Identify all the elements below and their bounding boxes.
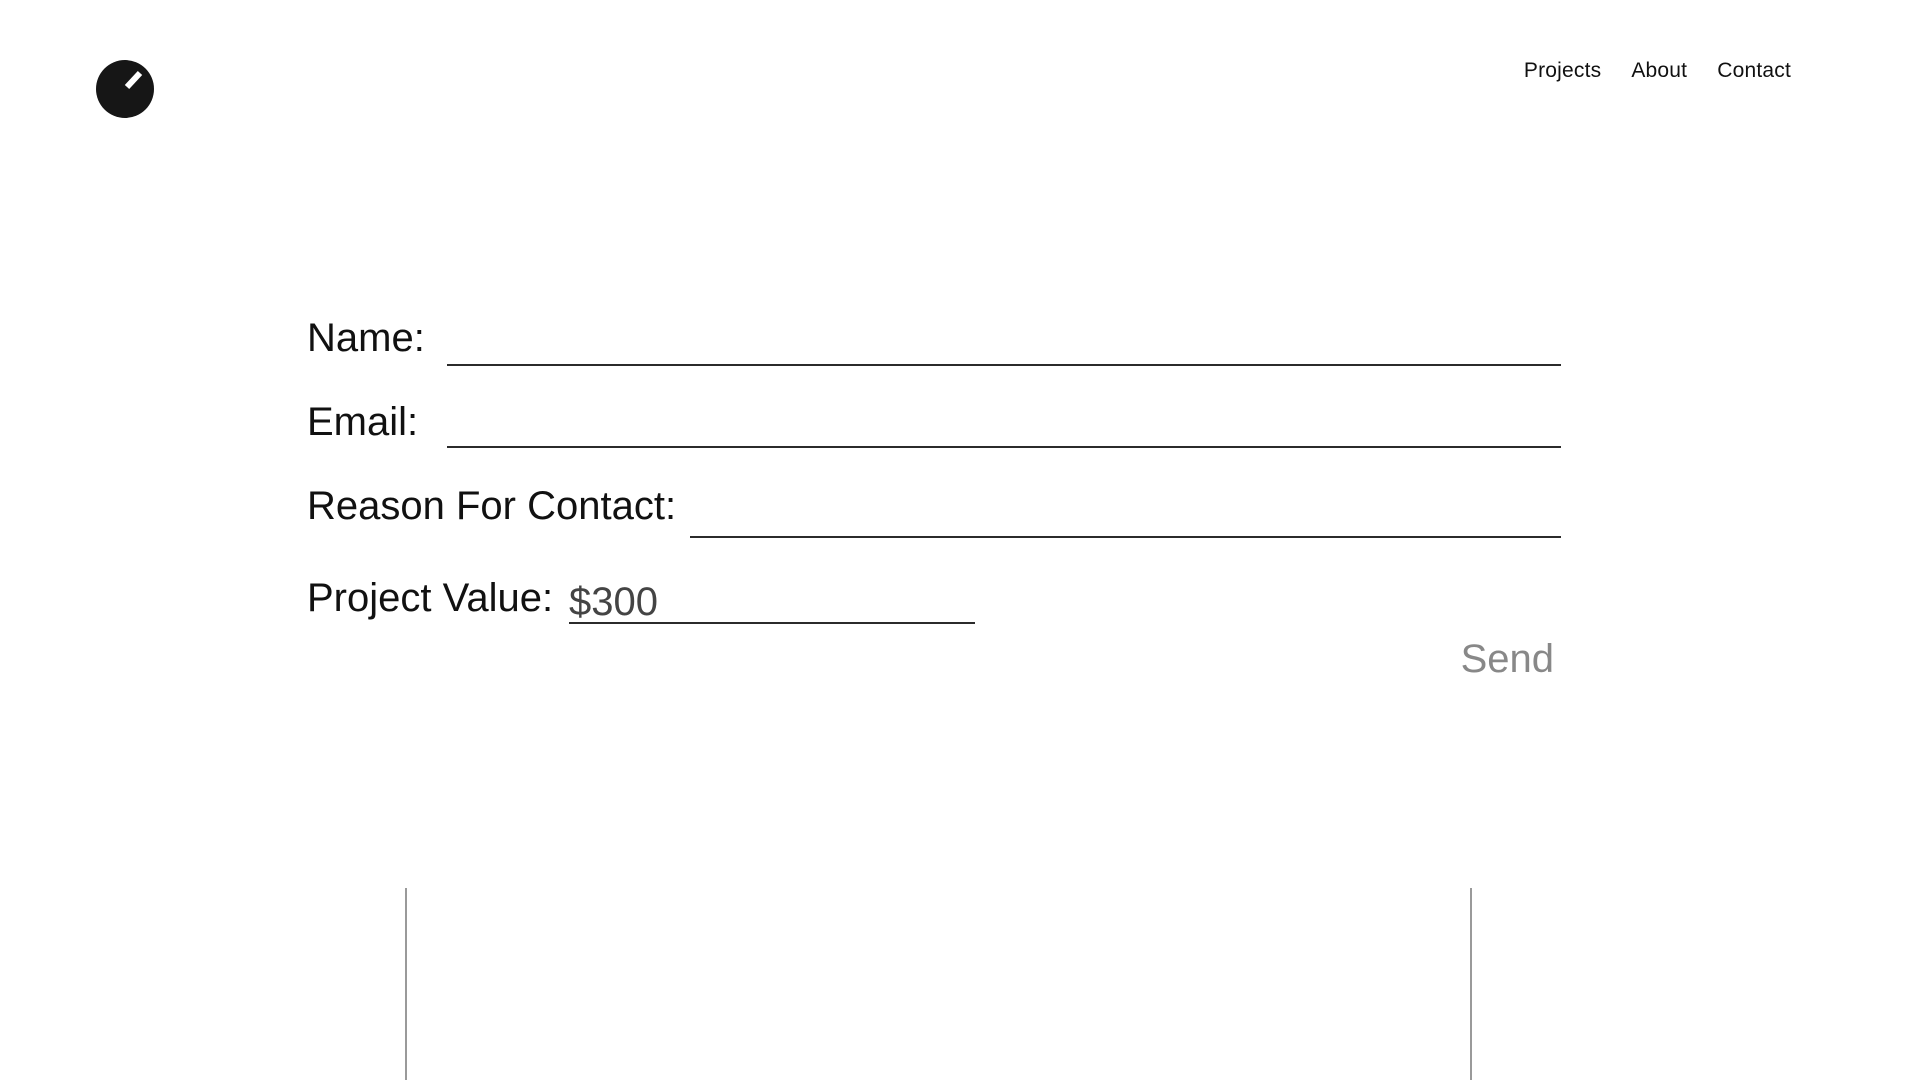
project-value-label: Project Value: (307, 576, 554, 620)
contact-form: Name: Email: Reason For Contact: Project… (307, 300, 1561, 700)
project-value-row: Project Value: (307, 576, 975, 624)
name-row: Name: (307, 316, 1561, 366)
contact-page: Projects About Contact Name: Email: Reas… (0, 0, 1920, 1080)
name-field[interactable] (447, 324, 1561, 366)
divider-line-left (405, 888, 407, 1080)
nav-link-about[interactable]: About (1631, 59, 1687, 83)
divider-line-right (1470, 888, 1472, 1080)
project-value-field[interactable] (569, 582, 975, 624)
reason-field[interactable] (690, 496, 1561, 538)
reason-label: Reason For Contact: (307, 484, 677, 528)
send-button[interactable]: Send (1461, 637, 1554, 682)
nav-link-projects[interactable]: Projects (1524, 59, 1601, 83)
main-nav: Projects About Contact (1524, 59, 1791, 83)
email-row: Email: (307, 400, 1561, 448)
email-label: Email: (307, 400, 419, 444)
logo[interactable] (96, 60, 154, 118)
nav-link-contact[interactable]: Contact (1717, 59, 1791, 83)
reason-row: Reason For Contact: (307, 484, 1561, 538)
name-label: Name: (307, 316, 425, 360)
gauge-dial-icon (96, 60, 154, 118)
email-field[interactable] (447, 406, 1561, 448)
